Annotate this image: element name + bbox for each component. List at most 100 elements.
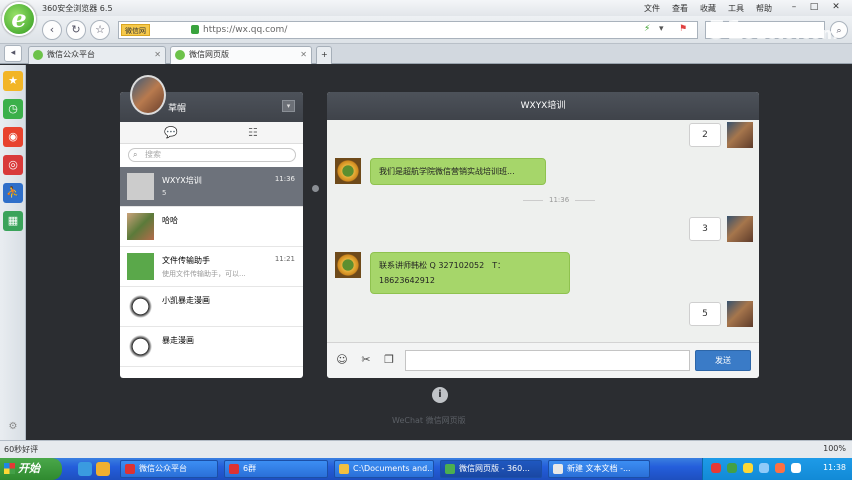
task-label: 微信网页版 - 360...	[459, 464, 530, 473]
contacts-tab-icon[interactable]: ☷	[248, 126, 258, 139]
menu-tools[interactable]: 工具	[728, 3, 744, 14]
url-text[interactable]: https://wx.qq.com/	[203, 25, 287, 35]
message-line: 18623642912	[379, 276, 435, 285]
settings-icon[interactable]: ⚙	[3, 417, 23, 437]
tab-wechat-web[interactable]: 微信网页版 ✕	[170, 46, 312, 64]
comic-avatar	[127, 333, 154, 360]
contacts-panel: 草帽 ▾ 💬 ☷ ⌕ 搜索 WXYX培训 5 11:36 哈哈 文件传输助手 使…	[120, 92, 303, 378]
chat-tab-icon[interactable]: 💬	[164, 126, 178, 139]
app-icon	[125, 464, 135, 474]
tab-label: 微信公众平台	[47, 50, 95, 59]
conversation-item[interactable]: 小凯暴走漫画	[120, 287, 303, 327]
conversation-name: 小凯暴走漫画	[162, 296, 210, 305]
search-placeholder: 搜索	[145, 150, 161, 159]
site-badge: 微信网	[121, 24, 150, 36]
panel-handle[interactable]	[312, 185, 319, 192]
start-button[interactable]: 开始	[0, 458, 62, 480]
zoom-level[interactable]: 100%	[823, 444, 846, 453]
favorites-icon[interactable]: ★	[3, 71, 23, 91]
emoji-icon[interactable]: ☺	[335, 353, 349, 367]
wechat-icon	[33, 50, 43, 60]
address-bar[interactable]: 微信网 https://wx.qq.com/ ⚡ ▾ ⚑	[118, 21, 698, 39]
message-bubble-sent: 3	[689, 217, 721, 241]
chat-title: WXYX培训	[327, 92, 759, 120]
screenshot-icon[interactable]: ✂	[359, 353, 373, 367]
conversation-item[interactable]: 暴走漫画	[120, 327, 303, 367]
conversation-item[interactable]: 文件传输助手 使用文件传输助手，可以... 11:21	[120, 247, 303, 287]
tab-scroll-left-icon[interactable]: ◂	[4, 45, 22, 62]
message-bubble-received: 联系讲师韩松 Q 327102052 T： 18623642912	[370, 252, 570, 294]
maximize-icon[interactable]: □	[805, 1, 823, 14]
search-icon: ⌕	[133, 150, 138, 159]
taskbar-item[interactable]: 微信网页版 - 360...	[440, 460, 542, 478]
new-tab-button[interactable]: +	[316, 46, 332, 64]
menu-help[interactable]: 帮助	[756, 3, 772, 14]
clock-icon[interactable]: ◷	[3, 99, 23, 119]
my-avatar	[727, 301, 753, 327]
menu-view[interactable]: 查看	[672, 3, 688, 14]
tab-label: 微信网页版	[189, 50, 229, 59]
message-bubble-sent: 5	[689, 302, 721, 326]
close-tab-icon[interactable]: ✕	[300, 47, 307, 63]
file-icon[interactable]: ❐	[382, 353, 396, 367]
tray-icon[interactable]	[743, 463, 753, 473]
conversation-item[interactable]: 哈哈	[120, 207, 303, 247]
weibo-icon[interactable]: ◉	[3, 127, 23, 147]
taskbar-item[interactable]: 新建 文本文档 -...	[548, 460, 650, 478]
volume-icon[interactable]	[791, 463, 801, 473]
close-icon[interactable]: ✕	[827, 1, 845, 14]
comic-avatar	[127, 293, 154, 320]
close-tab-icon[interactable]: ✕	[154, 47, 161, 63]
sender-avatar	[335, 252, 361, 278]
window-title: 360安全浏览器 6.5	[42, 4, 113, 13]
speed-icon[interactable]: ⚡	[644, 24, 650, 34]
flag-icon[interactable]: ⚑	[679, 24, 687, 34]
my-avatar	[727, 122, 753, 148]
search-input[interactable]: ⌕ 搜索	[128, 148, 296, 162]
tray-icon[interactable]	[727, 463, 737, 473]
film-icon[interactable]: ▦	[3, 211, 23, 231]
refresh-button[interactable]: ↻	[66, 20, 86, 40]
browser-icon	[445, 464, 455, 474]
tray-icon[interactable]	[775, 463, 785, 473]
clock: 11:38	[822, 463, 846, 472]
tray-icon[interactable]	[759, 463, 769, 473]
person-icon[interactable]: ⛹	[3, 183, 23, 203]
quicklaunch-ie-icon[interactable]	[78, 462, 92, 476]
menu-file[interactable]: 文件	[644, 3, 660, 14]
conversation-preview: 使用文件传输助手，可以...	[162, 270, 246, 278]
taskbar-item[interactable]: 6群	[224, 460, 328, 478]
tab-wechat-platform[interactable]: 微信公众平台 ✕	[28, 46, 166, 64]
message-bubble-sent: 2	[689, 123, 721, 147]
message-list: 2 我们是超航学院微信营销实战培训班... 11:36 3 联系讲师韩松 Q 3…	[327, 120, 759, 342]
favorite-star-button[interactable]: ☆	[90, 20, 110, 40]
tray-icon[interactable]	[711, 463, 721, 473]
eye-icon[interactable]: ◎	[3, 155, 23, 175]
taskbar-item[interactable]: 微信公众平台	[120, 460, 218, 478]
minimize-icon[interactable]: –	[785, 1, 803, 14]
user-avatar[interactable]	[130, 75, 166, 115]
composer: ☺ ✂ ❐ 发送	[327, 342, 759, 378]
lock-icon	[191, 25, 199, 34]
panel-tabs: 💬 ☷	[120, 122, 303, 144]
menu-favorites[interactable]: 收藏	[700, 3, 716, 14]
send-button[interactable]: 发送	[695, 350, 751, 371]
quicklaunch-folder-icon[interactable]	[96, 462, 110, 476]
back-button[interactable]: ‹	[42, 20, 62, 40]
conversation-name: 文件传输助手	[162, 256, 210, 265]
sender-avatar	[335, 158, 361, 184]
conversation-time: 11:36	[274, 175, 295, 183]
title-bar: 360安全浏览器 6.5 文件 查看 收藏 工具 帮助 – □ ✕	[0, 0, 852, 16]
watermark-text: 51cto.com	[744, 24, 838, 43]
system-tray: 11:38	[702, 458, 852, 480]
taskbar-item[interactable]: C:\Documents and...	[334, 460, 434, 478]
status-text[interactable]: 60秒好评	[4, 444, 38, 455]
dropdown-icon[interactable]: ▾	[659, 24, 664, 34]
task-label: 新建 文本文档 -...	[567, 464, 631, 473]
watermark: 5151cto.com	[708, 16, 838, 46]
conversation-time: 11:21	[274, 255, 295, 263]
message-input[interactable]	[405, 350, 690, 371]
conversation-item[interactable]: WXYX培训 5 11:36	[120, 167, 303, 207]
menu-dropdown-icon[interactable]: ▾	[282, 100, 295, 112]
conversation-name: 暴走漫画	[162, 336, 194, 345]
